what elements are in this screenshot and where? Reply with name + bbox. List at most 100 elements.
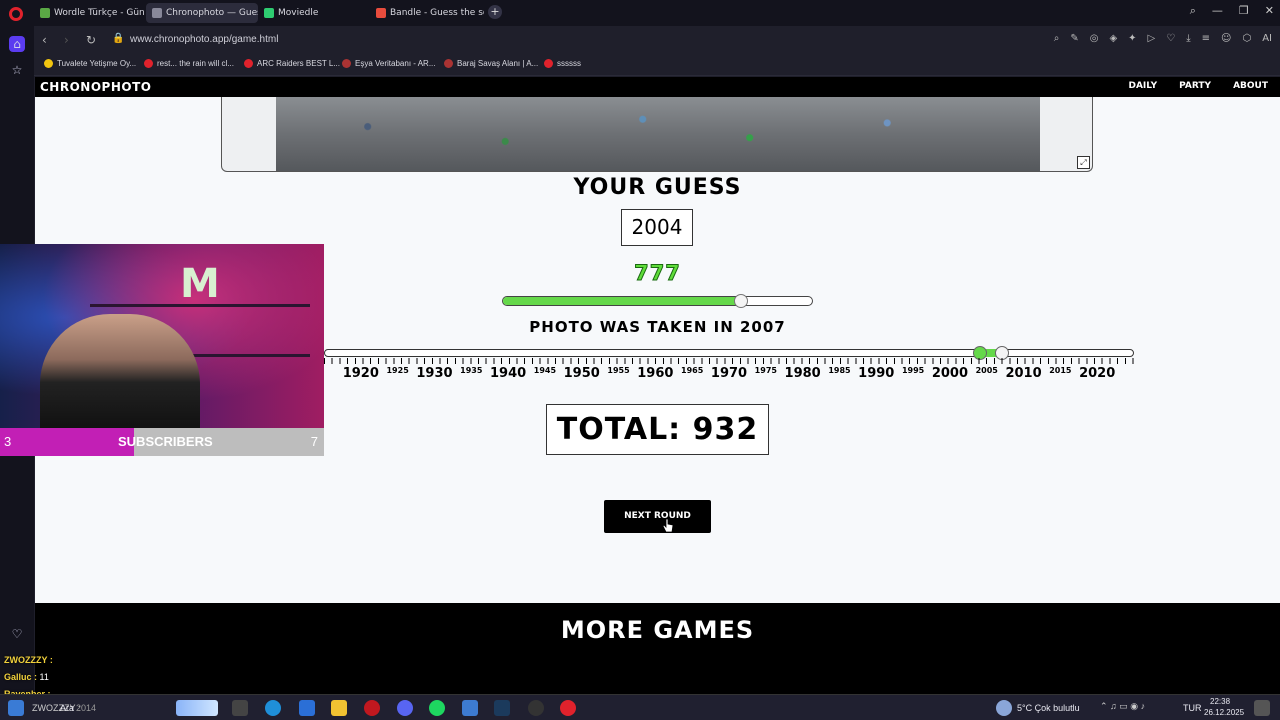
wordle-favicon-icon (40, 8, 50, 18)
shield-icon[interactable]: ◈ (1109, 33, 1117, 44)
score-bar-fill (503, 297, 741, 305)
language-indicator[interactable]: TUR (1183, 703, 1202, 713)
tab-bandle[interactable]: Bandle - Guess the song, (370, 3, 484, 23)
timeline-year-label: 1950 (563, 366, 600, 381)
tab-moviedle[interactable]: Moviedle (258, 3, 368, 23)
taskbar-search-label[interactable]: Ara (60, 703, 74, 713)
tab-wordle[interactable]: Wordle Türkçe - Günlük K (34, 3, 144, 23)
hand-cursor-icon (663, 519, 673, 533)
search-tabs-icon[interactable]: ⌕ (1190, 4, 1196, 18)
reload-icon[interactable]: ↻ (86, 33, 96, 47)
file-explorer-icon[interactable] (331, 700, 347, 716)
tab-chronophoto[interactable]: Chronophoto — Guess the (146, 3, 258, 23)
zoom-icon[interactable]: ⌕ (1054, 33, 1060, 44)
timeline-year-label: 1960 (637, 366, 674, 381)
timeline-year-label: 2020 (1079, 366, 1116, 381)
score-bar (502, 294, 813, 308)
chat-message: Galluc : 11 (4, 672, 49, 682)
maximize-icon[interactable]: ❐ (1239, 4, 1249, 18)
moviedle-favicon-icon (264, 8, 274, 18)
discord-icon[interactable] (397, 700, 413, 716)
heart-bookmark-icon[interactable]: ♡ (1166, 33, 1175, 44)
app-icon[interactable] (462, 700, 478, 716)
youtube-icon (144, 59, 153, 68)
opera-gx-icon[interactable] (364, 700, 380, 716)
cube-icon[interactable]: ⬡ (1242, 33, 1251, 44)
bookmark-item[interactable]: Baraj Savaş Alanı | A... (444, 59, 538, 68)
edge-icon[interactable] (265, 700, 281, 716)
clock-date[interactable]: 26.12.2025 (1204, 708, 1244, 717)
your-guess-title: YOUR GUESS (573, 175, 742, 200)
guess-year-box: 2004 (621, 209, 693, 246)
timeline-year-label: 2010 (1005, 366, 1042, 381)
obs-icon[interactable] (528, 700, 544, 716)
windows-start-icon[interactable] (8, 700, 24, 716)
app-icon[interactable] (299, 700, 315, 716)
bookmark-item[interactable]: Tuvalete Yetişme Oy... (44, 59, 136, 68)
bookmark-item[interactable]: ssssss (544, 59, 581, 68)
timeline-year-label: 1995 (901, 366, 925, 375)
bookmark-item[interactable]: Eşya Veritabanı - AR... (342, 59, 435, 68)
trophy-icon (44, 59, 53, 68)
site-header: CHRONOPHOTO DAILY PARTY ABOUT (35, 77, 1280, 97)
nav-daily[interactable]: DAILY (1129, 81, 1158, 91)
timeline-year-label: 1990 (858, 366, 895, 381)
timeline-year-label: 1965 (681, 366, 704, 375)
browser-tab-bar: Wordle Türkçe - Günlük K Chronophoto — G… (0, 0, 1280, 26)
streamer (40, 314, 200, 428)
site-nav: DAILY PARTY ABOUT (1129, 81, 1269, 91)
weather-text[interactable]: 5°C Çok bulutlu (1017, 703, 1080, 713)
ai-button[interactable]: AI (1262, 33, 1272, 44)
profile-icon[interactable]: ☺ (1221, 33, 1231, 44)
edit-icon[interactable]: ✎ (1070, 33, 1078, 44)
weather-icon[interactable] (996, 700, 1012, 716)
timeline-year-label: 2005 (975, 366, 998, 375)
youtube-icon (544, 59, 553, 68)
tray-icons[interactable]: ⌃ ♫ ▭ ◉ ♪ (1100, 701, 1145, 712)
year-timeline (324, 346, 1134, 360)
bookmark-item[interactable]: ARC Raiders BEST L... (244, 59, 340, 68)
widgets-icon[interactable] (176, 700, 218, 716)
nav-party[interactable]: PARTY (1179, 81, 1211, 91)
clock-time[interactable]: 22:38 (1210, 697, 1230, 706)
task-view-icon[interactable] (232, 700, 248, 716)
snapshot-icon[interactable]: ◎ (1090, 33, 1099, 44)
site-favicon-icon (342, 59, 351, 68)
new-tab-icon[interactable]: + (488, 5, 502, 19)
nav-about[interactable]: ABOUT (1233, 81, 1268, 91)
back-icon[interactable]: ‹ (42, 33, 47, 47)
steam-icon[interactable] (494, 700, 510, 716)
score-bar-knob (733, 294, 748, 308)
play-icon[interactable]: ▷ (1148, 33, 1156, 44)
subscribers-current: 3 (4, 434, 12, 449)
notifications-icon[interactable] (1254, 700, 1270, 716)
download-icon[interactable]: ⤓ (1186, 33, 1190, 44)
forward-icon[interactable]: › (64, 33, 69, 47)
timeline-year-label: 1920 (342, 366, 379, 381)
star-icon[interactable]: ☆ (9, 62, 25, 78)
more-games-title: MORE GAMES (560, 616, 755, 644)
minimize-icon[interactable]: — (1212, 4, 1223, 18)
url-field[interactable]: www.chronophoto.app/game.html (130, 34, 278, 45)
timeline-year-label: 1970 (710, 366, 748, 381)
home-icon[interactable]: ⌂ (9, 36, 25, 52)
timeline-year-label: 1930 (416, 366, 453, 381)
timeline-ticks (324, 358, 1134, 364)
timeline-year-label: 1940 (489, 366, 527, 381)
close-window-icon[interactable]: ✕ (1265, 4, 1274, 18)
monster-logo-icon: M (180, 261, 220, 307)
heart-icon[interactable]: ♡ (9, 626, 25, 642)
webcam-overlay: M (0, 244, 324, 428)
menu-icon[interactable]: ≡ (1202, 33, 1210, 44)
opera-icon[interactable] (560, 700, 576, 716)
spotify-icon[interactable] (429, 700, 445, 716)
next-round-button[interactable]: NEXT ROUND (604, 500, 711, 533)
extensions-icon[interactable]: ✦ (1128, 33, 1136, 44)
bookmark-item[interactable]: rest... the rain will cl... (144, 59, 234, 68)
site-logo[interactable]: CHRONOPHOTO (40, 80, 151, 94)
subscribers-bar: 3 SUBSCRIBERS 7 (0, 428, 324, 456)
fullscreen-icon[interactable]: ⤢ (1077, 156, 1090, 169)
opera-logo-icon[interactable] (9, 7, 23, 21)
subscribers-label: SUBSCRIBERS (118, 434, 213, 449)
bookmarks-bar: Tuvalete Yetişme Oy... rest... the rain … (34, 54, 1280, 76)
